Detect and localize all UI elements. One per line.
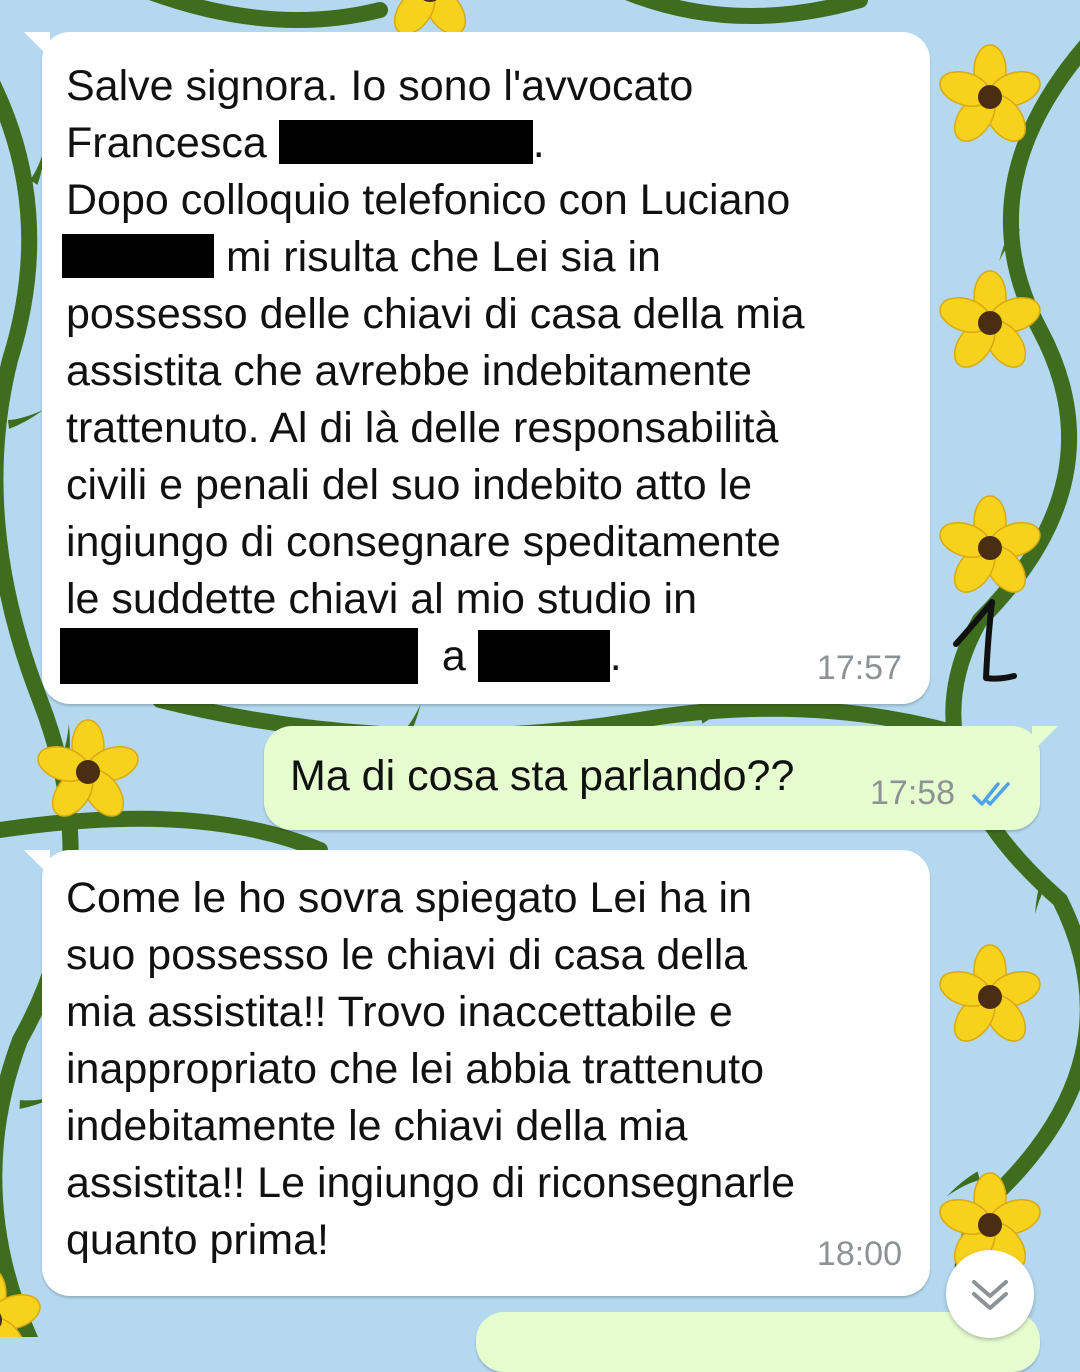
message-line: inappropriato che lei abbia trattenuto (66, 1045, 765, 1093)
message-line: ingiungo di consegnare speditamente (66, 518, 781, 566)
message-line: civili e penali del suo indebito atto le (66, 461, 753, 509)
double-check-icon (972, 782, 1010, 806)
redacted-address (60, 628, 418, 684)
message-line: Dopo colloquio telefonico con Luciano (66, 176, 791, 224)
message-line: possesso delle chiavi di casa della mia (66, 290, 805, 338)
handwritten-annotation-one (953, 599, 1017, 682)
message-timestamp: 18:00 (816, 1235, 902, 1273)
redacted-surname (62, 234, 214, 278)
message-line: Come le ho sovra spiegato Lei ha in (66, 874, 753, 922)
incoming-message-bubble[interactable]: Salve signora. Io sono l'avvocato France… (24, 32, 930, 704)
message-line: indebitamente le chiavi della mia (66, 1102, 688, 1150)
chevron-double-down-icon (972, 1280, 1008, 1310)
message-line: Salve signora. Io sono l'avvocato (66, 62, 694, 110)
message-text[interactable]: Come le ho sovra spiegato Lei ha in suo … (66, 870, 930, 1269)
scroll-to-bottom-button[interactable] (946, 1250, 1034, 1338)
message-line: mia assistita!! Trovo inaccettabile e (66, 988, 733, 1036)
message-line: assistita che avrebbe indebitamente (66, 347, 753, 395)
redacted-city (477, 630, 610, 682)
message-line: a . (60, 628, 930, 685)
outgoing-message-bubble[interactable]: Ma di cosa sta parlando?? 17:58 (264, 726, 1058, 830)
message-timestamp: 17:58 (870, 774, 956, 812)
bubble-tail (24, 850, 50, 876)
message-line: Francesca . (66, 119, 545, 167)
redacted-surname (278, 120, 533, 164)
message-timestamp: 17:57 (816, 649, 902, 687)
message-line: le suddette chiavi al mio studio in (66, 575, 698, 623)
bubble-tail (1032, 726, 1058, 752)
message-line: mi risulta che Lei sia in (62, 229, 930, 286)
bubble-tail (24, 32, 50, 58)
incoming-message-bubble[interactable]: Come le ho sovra spiegato Lei ha in suo … (24, 850, 930, 1296)
message-line: trattenuto. Al di là delle responsabilit… (66, 404, 779, 452)
message-line: quanto prima! (66, 1216, 329, 1264)
message-line: suo possesso le chiavi di casa della (66, 931, 748, 979)
message-text[interactable]: Salve signora. Io sono l'avvocato France… (60, 58, 930, 685)
message-line: assistita!! Le ingiungo di riconsegnarle (66, 1159, 796, 1207)
